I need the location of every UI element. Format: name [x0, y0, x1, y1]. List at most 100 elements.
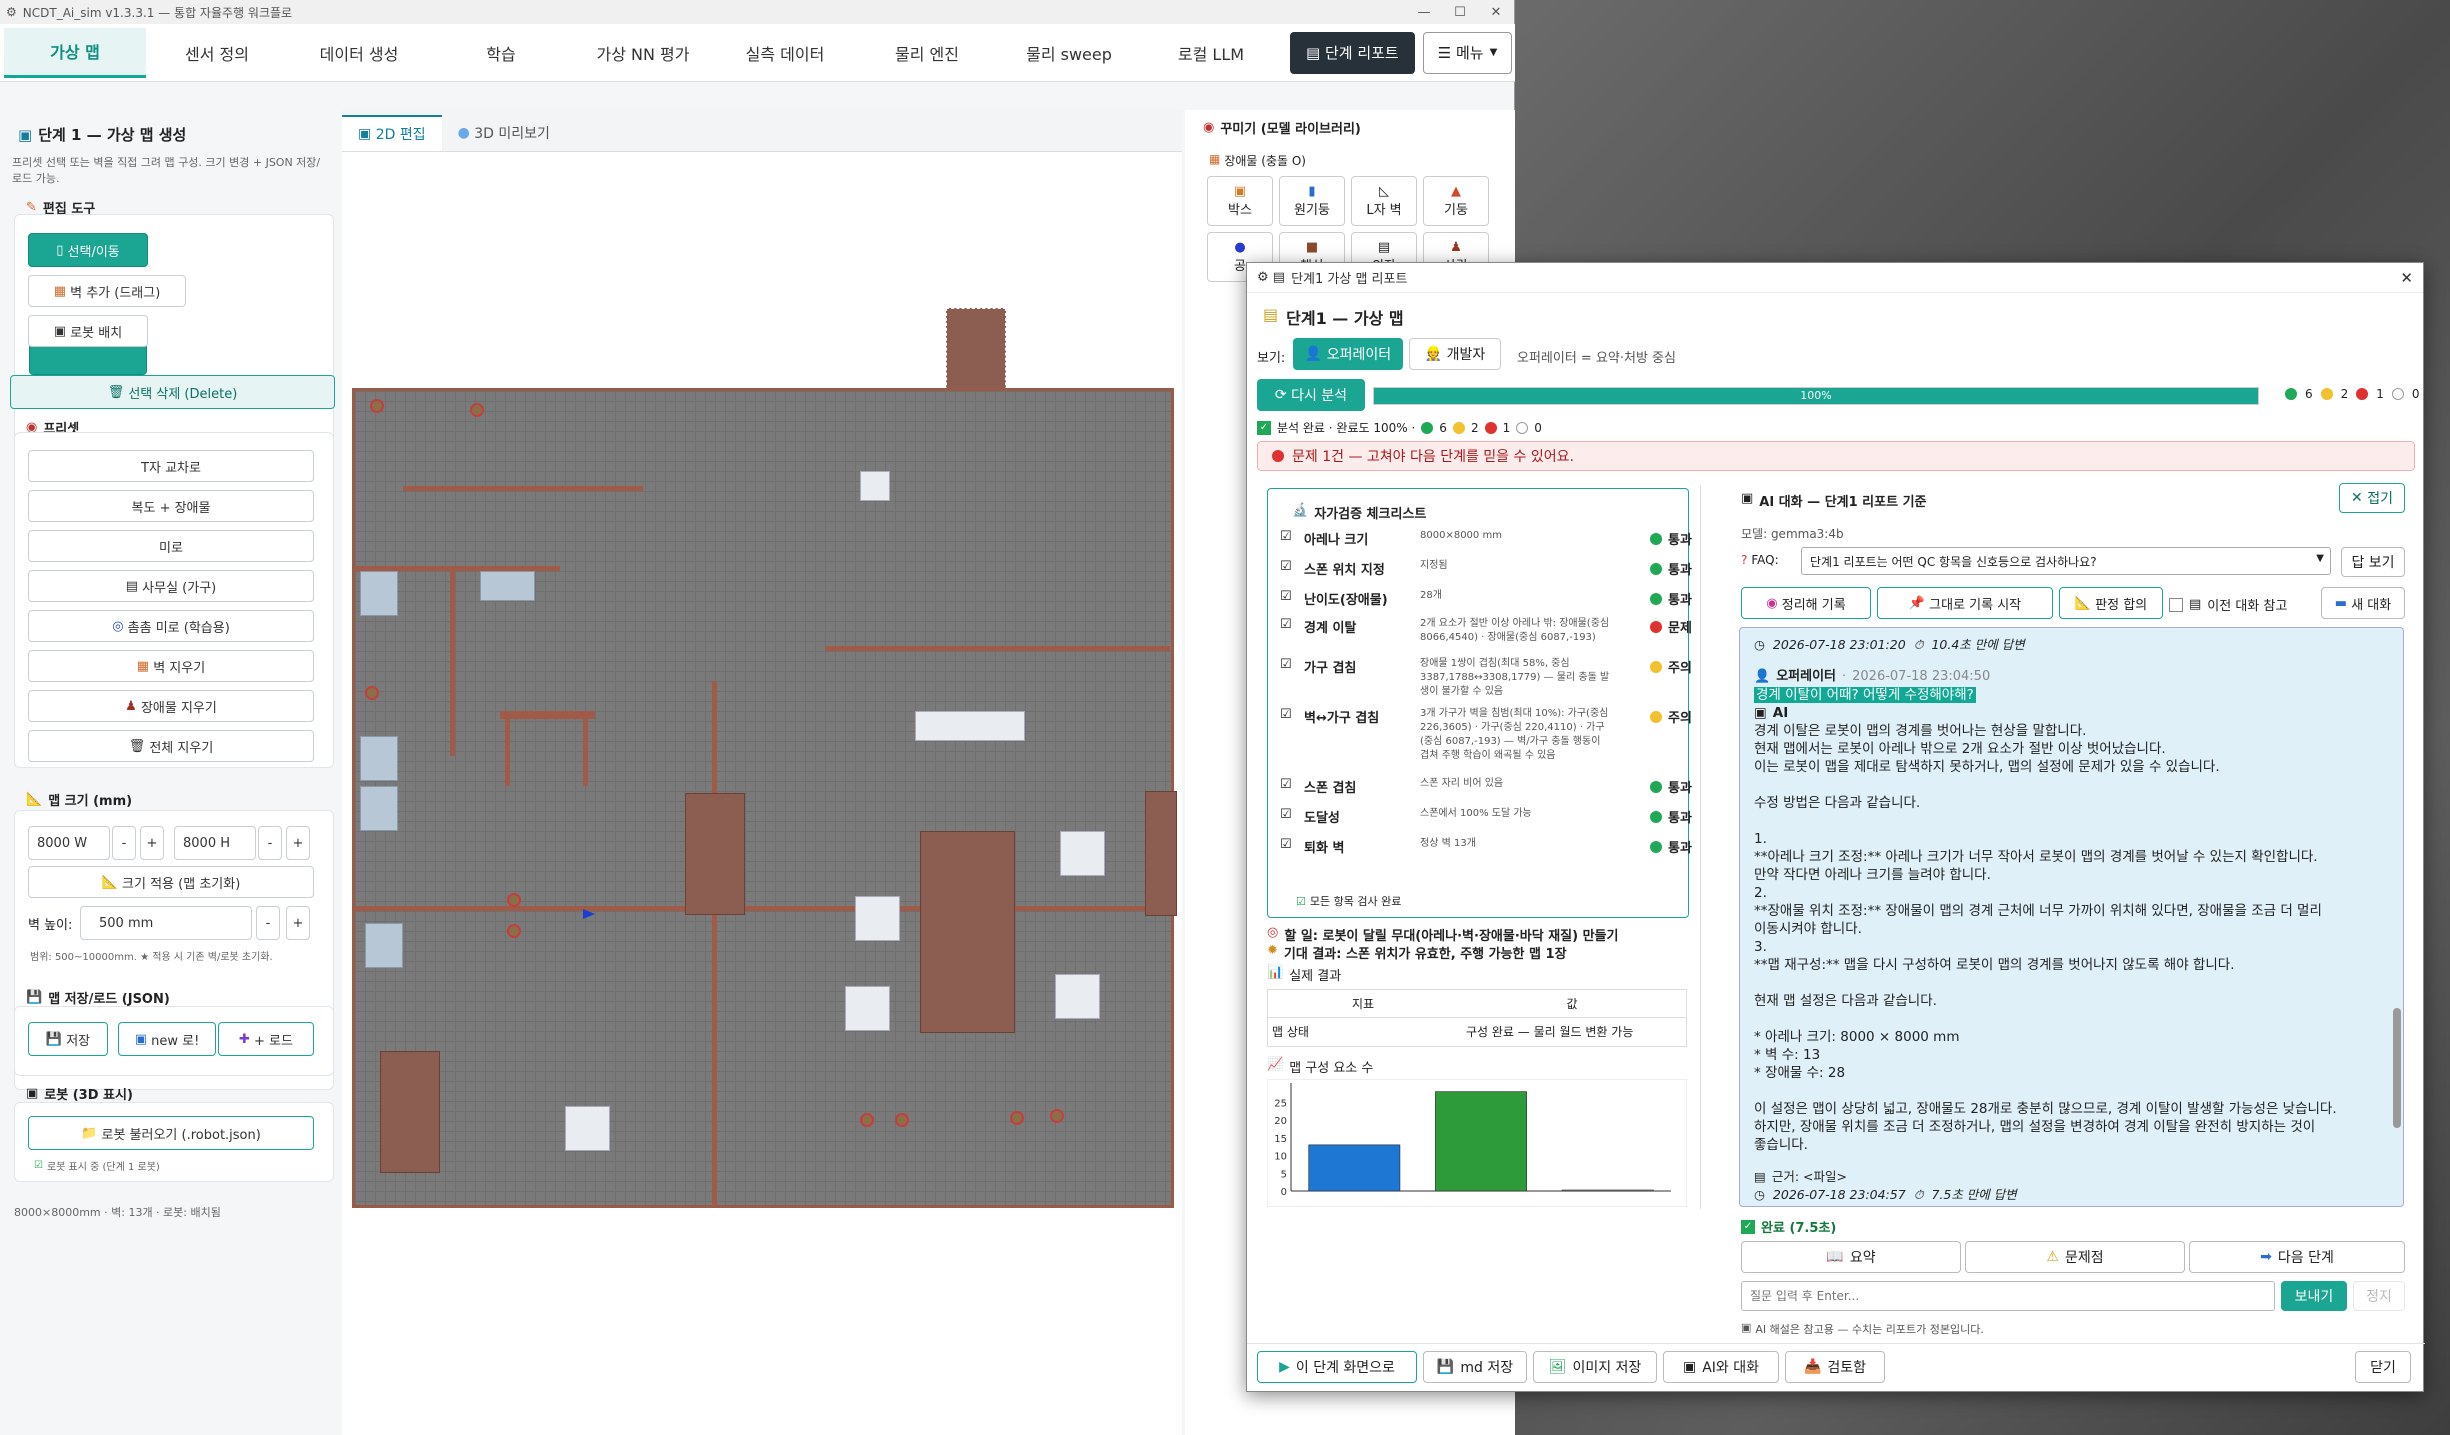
wall[interactable] — [450, 566, 455, 756]
organize-record-button[interactable]: ◉ 정리해 기록 — [1741, 587, 1871, 619]
prev-ref-checkbox[interactable]: ▤ 이전 대화 참고 — [2169, 595, 2287, 614]
select-move-button[interactable] — [29, 343, 147, 375]
tab-local-llm[interactable]: 로컬 LLM — [1140, 28, 1282, 78]
developer-view-button[interactable]: 👷 개발자 — [1409, 338, 1501, 370]
furniture[interactable] — [1145, 791, 1177, 916]
obstacle[interactable] — [1010, 1111, 1024, 1125]
save-button[interactable]: 💾 저장 — [28, 1022, 108, 1056]
box[interactable] — [480, 571, 535, 601]
clear-obstacles-button[interactable]: ♟ 장애물 지우기 — [28, 690, 314, 722]
show-answer-button[interactable]: 답 보기 — [2341, 547, 2405, 577]
preset-office[interactable]: ▤ 사무실 (가구) — [28, 570, 314, 602]
minimize-icon[interactable]: — — [1406, 5, 1442, 20]
wall[interactable] — [825, 646, 1170, 651]
clear-all-button[interactable]: 🗑 전체 지우기 — [28, 730, 314, 762]
width-plus-button[interactable]: + — [140, 826, 164, 860]
obstacle[interactable] — [860, 1113, 874, 1127]
box[interactable] — [1060, 831, 1105, 876]
md-save-button[interactable]: 💾 md 저장 — [1423, 1351, 1527, 1383]
tab-virtual-map[interactable]: 가상 맵 — [4, 27, 146, 78]
operator-view-button[interactable]: 👤 오퍼레이터 — [1293, 338, 1403, 370]
wall[interactable] — [712, 681, 717, 1206]
plus-load-button[interactable]: ✚ + 로드 — [218, 1022, 314, 1056]
tab-train[interactable]: 학습 — [430, 28, 572, 78]
stop-button[interactable]: 정지 — [2353, 1281, 2405, 1311]
preset-t-junction[interactable]: T자 교차로 — [28, 450, 314, 482]
furniture[interactable] — [685, 793, 745, 915]
robot-marker[interactable] — [583, 909, 595, 919]
tab-real-data[interactable]: 실측 데이터 — [714, 28, 856, 78]
map-height-input[interactable]: 8000 H — [174, 826, 256, 860]
box[interactable] — [915, 711, 1025, 741]
collapse-button[interactable]: ✕ 접기 — [2339, 483, 2405, 513]
tab-nn-eval[interactable]: 가상 NN 평가 — [572, 28, 714, 78]
box[interactable] — [855, 896, 900, 941]
ai-chat-button[interactable]: ▣ AI와 대화 — [1663, 1351, 1779, 1383]
chat-history[interactable]: ◷ 2026-07-18 23:01:20 ⏱ 10.4초 만에 답변 👤 오퍼레이터 ·… — [1739, 627, 2404, 1207]
chat-scrollbar[interactable] — [2393, 1008, 2401, 1128]
table-leg[interactable] — [583, 716, 588, 786]
lib-box[interactable]: ▣ 박스 — [1207, 176, 1273, 226]
add-wall-button[interactable]: ▦ 벽 추가 (드래그) — [28, 275, 186, 307]
close-icon[interactable]: ✕ — [2400, 269, 2413, 287]
map-width-input[interactable]: 8000 W — [28, 826, 110, 860]
box[interactable] — [360, 786, 398, 831]
tab-3d-preview[interactable]: ● 3D 미리보기 — [442, 115, 566, 151]
close-dialog-button[interactable]: 닫기 — [2355, 1351, 2411, 1383]
reanalyze-button[interactable]: ⟳ 다시 분석 — [1257, 379, 1365, 411]
obstacle[interactable] — [470, 403, 484, 417]
chat-input[interactable] — [1741, 1281, 2275, 1311]
furniture[interactable] — [920, 831, 1015, 1033]
wall-height-input[interactable]: 500 mm — [80, 906, 252, 940]
clear-walls-button[interactable]: ▦ 벽 지우기 — [28, 650, 314, 682]
lib-l-wall[interactable]: ◺ L자 벽 — [1351, 176, 1417, 226]
tab-2d-edit[interactable]: ▣ 2D 편집 — [342, 115, 442, 151]
maximize-icon[interactable]: ☐ — [1442, 5, 1478, 20]
box[interactable] — [845, 986, 890, 1031]
obstacle[interactable] — [895, 1113, 909, 1127]
preset-dense-maze[interactable]: ◎ 촘촘 미로 (학습용) — [28, 610, 314, 642]
preset-corridor[interactable]: 복도 + 장애물 — [28, 490, 314, 522]
table-leg[interactable] — [505, 716, 510, 786]
next-step-button[interactable]: ➡ 다음 단계 — [2189, 1241, 2405, 1273]
obstacle[interactable] — [507, 924, 521, 938]
tab-data-gen[interactable]: 데이터 생성 — [288, 28, 430, 78]
summary-button[interactable]: 📖 요약 — [1741, 1241, 1961, 1273]
issues-button[interactable]: ⚠ 문제점 — [1965, 1241, 2185, 1273]
tab-sensor[interactable]: 센서 정의 — [146, 28, 288, 78]
judge-agree-button[interactable]: 📐 판정 합의 — [2059, 587, 2163, 619]
tab-physics[interactable]: 물리 엔진 — [856, 28, 998, 78]
robot-visible-checkbox[interactable]: ☑ 로봇 표시 중 (단계 1 로봇) — [34, 1158, 160, 1173]
select-move-button[interactable]: ▯ 선택/이동 — [28, 233, 148, 267]
close-icon[interactable]: ✕ — [1478, 5, 1514, 20]
table[interactable] — [500, 711, 595, 719]
box[interactable] — [1055, 974, 1100, 1019]
wall[interactable] — [403, 486, 643, 491]
box[interactable] — [565, 1106, 610, 1151]
wall-height-plus[interactable]: + — [286, 906, 310, 940]
lib-pillar[interactable]: ▲ 기둥 — [1423, 176, 1489, 226]
go-step-screen-button[interactable]: ▶ 이 단계 화면으로 — [1257, 1351, 1417, 1383]
send-button[interactable]: 보내기 — [2281, 1281, 2347, 1311]
review-box-button[interactable]: 📥 검토함 — [1785, 1351, 1885, 1383]
height-plus-button[interactable]: + — [286, 826, 310, 860]
obstacle[interactable] — [370, 399, 384, 413]
obstacle[interactable] — [1050, 1109, 1064, 1123]
place-robot-button[interactable]: ▣ 로봇 배치 — [28, 315, 148, 347]
width-minus-button[interactable]: - — [112, 826, 136, 860]
preset-maze[interactable]: 미로 — [28, 530, 314, 562]
wall-height-minus[interactable]: - — [256, 906, 280, 940]
step-report-button[interactable]: ▤ 단계 리포트 — [1290, 31, 1415, 74]
furniture[interactable] — [380, 1051, 440, 1173]
apply-size-button[interactable]: 📐 크기 적용 (맵 초기화) — [28, 866, 314, 898]
faq-select[interactable]: 단계1 리포트는 어떤 QC 항목을 신호등으로 검사하나요? ▼ — [1801, 547, 2331, 575]
menu-button[interactable]: ☰ 메뉴 ▼ — [1422, 31, 1513, 74]
arena-canvas[interactable] — [352, 388, 1177, 1208]
new-chat-button[interactable]: ▬ 새 대화 — [2321, 587, 2405, 619]
image-save-button[interactable]: 🖼 이미지 저장 — [1533, 1351, 1657, 1383]
load-robot-button[interactable]: 📁 로봇 불러오기 (.robot.json) — [28, 1116, 314, 1150]
box[interactable] — [360, 571, 398, 616]
box[interactable] — [360, 736, 398, 781]
record-start-button[interactable]: 📌 그대로 기록 시작 — [1877, 587, 2053, 619]
tab-physics-sweep[interactable]: 물리 sweep — [998, 28, 1140, 78]
